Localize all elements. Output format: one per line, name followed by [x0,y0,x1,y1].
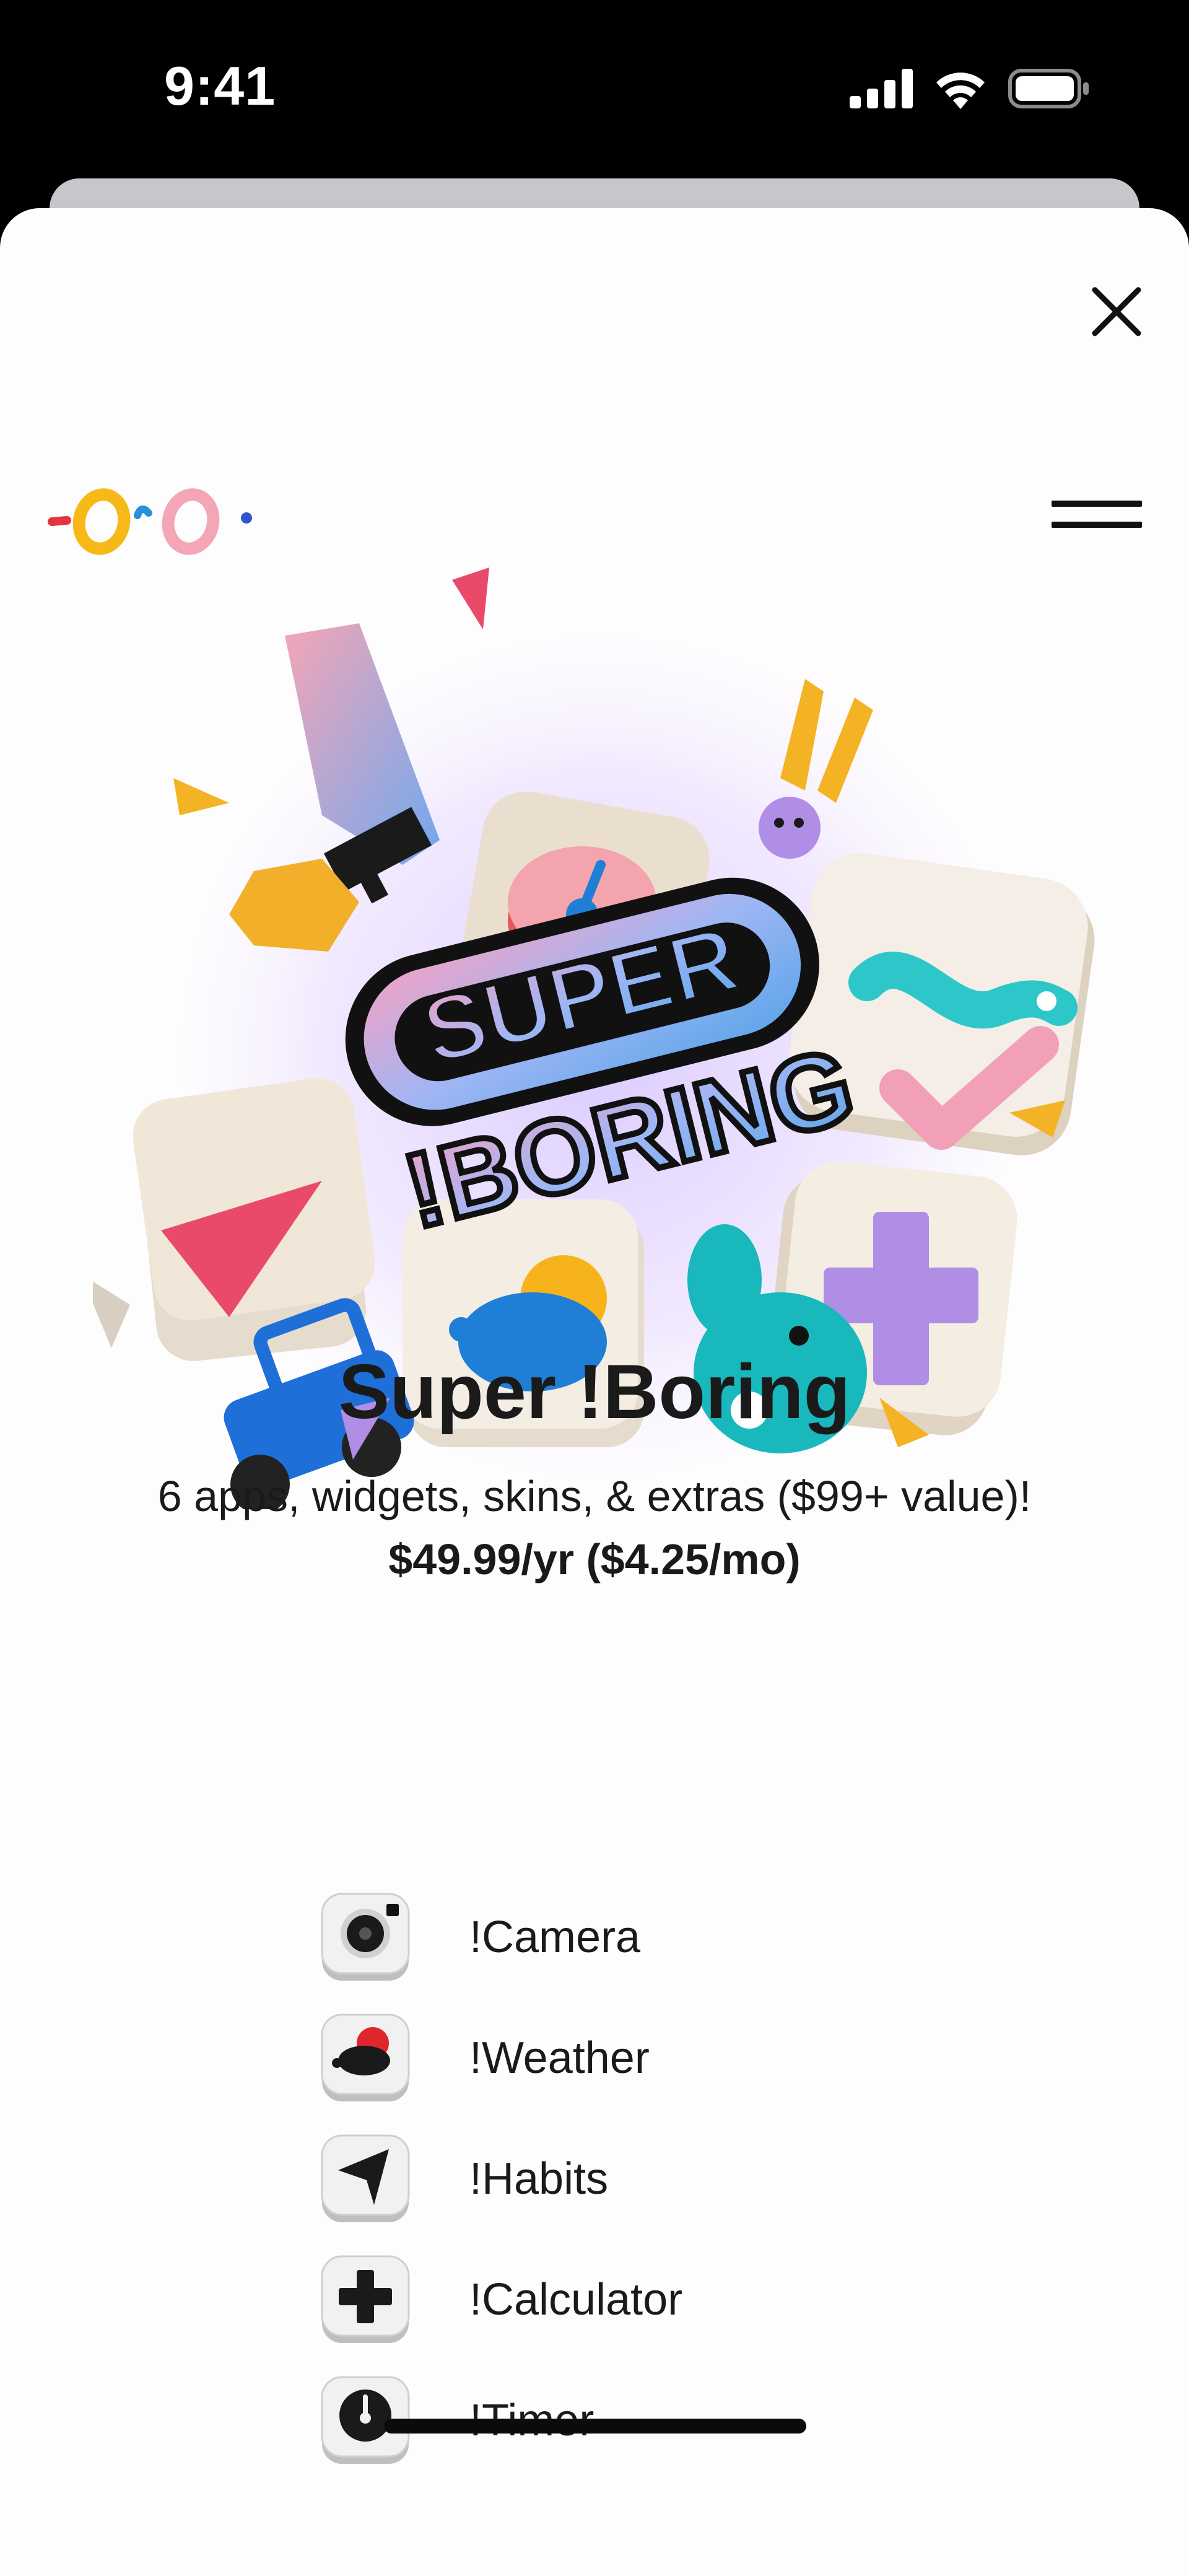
paywall-sheet: SUPER !BORING Super !Boring 6 apps, widg… [0,208,1189,2576]
calculator-icon [321,2255,410,2343]
status-icons [850,68,1090,109]
status-bar: 9:41 [0,0,1189,180]
product-price: $49.99/yr ($4.25/mo) [388,1535,801,1584]
list-item[interactable]: !Camera [320,1891,939,1984]
list-item[interactable]: !Habits [320,2132,939,2225]
confetti-decoration [93,1281,130,1348]
weather-icon [321,2013,410,2101]
list-item[interactable]: !Weather [320,2012,939,2105]
product-title: Super !Boring [338,1349,851,1435]
app-label: !Weather [469,2033,650,2083]
screen: 9:41 SUPER !BORING Super !Boring 6 apps,… [0,0,1189,2576]
camera-icon [321,1893,410,1981]
app-label: !Habits [469,2154,609,2204]
list-item[interactable]: !Calculator [320,2253,939,2346]
app-label: !Calculator [469,2275,683,2324]
app-label: !Camera [469,1912,641,1962]
home-indicator[interactable] [384,2419,806,2434]
product-subtitle: 6 apps, widgets, skins, & extras ($99+ v… [157,1472,1032,1520]
wifi-icon [936,72,985,109]
habits-icon [321,2134,410,2222]
close-icon[interactable] [1082,278,1151,346]
hamburger-menu-icon[interactable] [1047,487,1146,543]
status-time: 9:41 [164,55,276,116]
cellular-signal-icon [850,69,913,108]
battery-icon [1008,69,1089,108]
super-boring-logo-icon[interactable] [47,481,264,561]
habits-tile [133,1078,375,1321]
